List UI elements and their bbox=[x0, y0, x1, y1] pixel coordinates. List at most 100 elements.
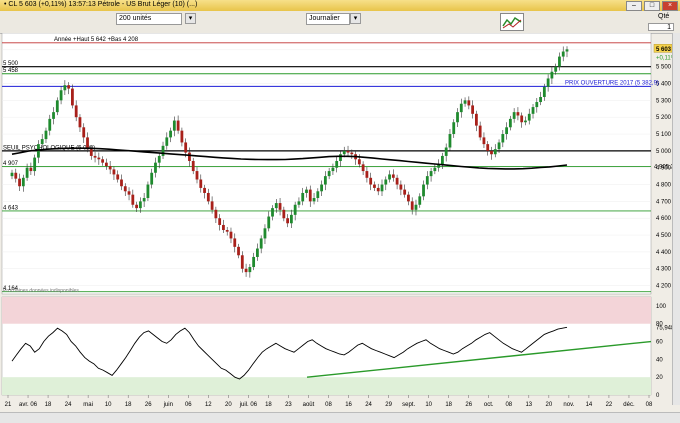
candle bbox=[516, 112, 520, 116]
minimize-button[interactable]: – bbox=[626, 1, 642, 11]
candle bbox=[44, 130, 48, 140]
x-tick-label: 13 bbox=[525, 402, 532, 408]
candle bbox=[531, 107, 535, 114]
x-tick-label: mai bbox=[83, 402, 93, 408]
price-chart[interactable]: 5 6005 5005 4005 3005 2005 1005 0004 900… bbox=[0, 33, 672, 412]
candle bbox=[486, 144, 490, 151]
candle bbox=[369, 177, 373, 185]
oscillator-tick-label: 40 bbox=[656, 357, 663, 363]
candle bbox=[172, 120, 176, 131]
candle bbox=[320, 184, 323, 192]
x-tick-label: août bbox=[303, 402, 315, 408]
x-tick-label: 16 bbox=[345, 402, 352, 408]
candle bbox=[520, 115, 524, 123]
oscillator-tick-label: 60 bbox=[656, 340, 663, 346]
candle bbox=[312, 198, 316, 202]
price-tick-label: 4 200 bbox=[656, 284, 672, 290]
last-change-label: +0,11% bbox=[656, 55, 672, 61]
candle bbox=[297, 201, 301, 205]
price-tick-label: 5 200 bbox=[656, 115, 672, 121]
x-tick-label: juin bbox=[163, 402, 173, 408]
candle bbox=[180, 130, 184, 143]
candle bbox=[399, 184, 403, 190]
candle bbox=[444, 147, 448, 156]
candle bbox=[131, 194, 135, 205]
candle bbox=[542, 86, 546, 97]
candle bbox=[493, 149, 497, 155]
candle bbox=[142, 198, 146, 202]
candle bbox=[508, 118, 512, 128]
qty-input[interactable]: 1 bbox=[648, 23, 674, 31]
candle bbox=[108, 166, 112, 170]
candle bbox=[373, 184, 376, 188]
candle bbox=[331, 167, 335, 172]
candle bbox=[535, 102, 539, 108]
candle bbox=[206, 192, 210, 202]
candle bbox=[120, 179, 123, 187]
candle bbox=[490, 150, 493, 155]
horizontal-scrollbar[interactable] bbox=[0, 412, 680, 423]
x-tick-label: 29 bbox=[385, 402, 392, 408]
period-select[interactable]: Journalier bbox=[306, 13, 350, 25]
candle bbox=[335, 160, 339, 168]
maximize-button[interactable]: □ bbox=[644, 1, 660, 11]
x-tick-label: 24 bbox=[365, 402, 372, 408]
candle bbox=[244, 268, 248, 273]
candle bbox=[546, 78, 550, 87]
last-price-label: 5 603 bbox=[656, 47, 672, 53]
candle bbox=[429, 171, 433, 177]
candle bbox=[89, 149, 93, 156]
price-tick-label: 5 000 bbox=[656, 149, 672, 155]
candle bbox=[116, 174, 120, 180]
candle bbox=[561, 51, 565, 57]
candle bbox=[157, 155, 161, 163]
candle bbox=[422, 184, 425, 197]
candle bbox=[539, 96, 542, 103]
x-tick-label: 24 bbox=[65, 402, 72, 408]
x-tick-label: 18 bbox=[45, 402, 52, 408]
candle bbox=[414, 204, 418, 210]
candle bbox=[101, 159, 105, 163]
candle bbox=[286, 218, 290, 224]
candle bbox=[346, 150, 350, 153]
candle bbox=[203, 187, 206, 193]
candle bbox=[169, 130, 172, 138]
qty-label: Qté bbox=[658, 13, 670, 20]
candle bbox=[240, 255, 244, 269]
candle bbox=[71, 88, 74, 106]
overbought-zone bbox=[2, 297, 651, 324]
candle bbox=[357, 159, 361, 165]
candle bbox=[150, 172, 154, 185]
year-high-low-label: Année +Haut 5 642 +Bas 4 208 bbox=[54, 37, 139, 43]
price-tick-label: 5 100 bbox=[656, 132, 672, 138]
x-tick-label: 22 bbox=[606, 402, 613, 408]
candle bbox=[165, 137, 169, 146]
candle bbox=[388, 174, 391, 180]
x-tick-label: 06 bbox=[185, 402, 192, 408]
candle bbox=[410, 201, 414, 210]
period-dropdown-button[interactable]: ▾ bbox=[350, 13, 361, 24]
candle bbox=[256, 248, 259, 257]
candle bbox=[308, 189, 312, 202]
units-select[interactable]: 200 unités bbox=[116, 13, 182, 25]
candle bbox=[339, 154, 342, 161]
candle bbox=[25, 167, 29, 178]
candle bbox=[565, 49, 569, 52]
x-tick-label: déc. bbox=[623, 402, 635, 408]
close-button[interactable]: × bbox=[662, 1, 678, 11]
candle bbox=[14, 172, 18, 179]
x-tick-label: 08 bbox=[325, 402, 332, 408]
candle bbox=[188, 152, 191, 161]
candle bbox=[482, 137, 486, 145]
candle bbox=[282, 209, 286, 219]
x-tick-label: 23 bbox=[285, 402, 292, 408]
logo-icon bbox=[500, 13, 524, 31]
x-tick-label: 18 bbox=[445, 402, 452, 408]
candle bbox=[418, 196, 422, 205]
price-tick-label: 5 300 bbox=[656, 98, 672, 104]
candle bbox=[218, 218, 222, 225]
level-label: 4 907 bbox=[3, 161, 19, 167]
vertical-scrollbar[interactable] bbox=[672, 33, 680, 405]
units-dropdown-button[interactable]: ▾ bbox=[185, 13, 196, 24]
candle bbox=[376, 187, 380, 192]
